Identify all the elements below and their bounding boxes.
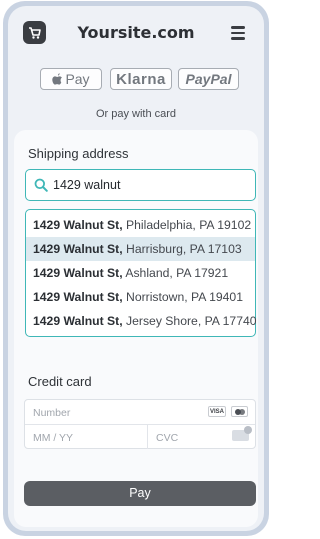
paypal-button[interactable]: PayPal (178, 68, 239, 90)
address-suggestion[interactable]: 1429 Walnut St, Jersey Shore, PA 17740 (26, 309, 257, 333)
top-bar: Yoursite.com (8, 6, 264, 54)
express-wallets: Pay Klarna PayPal (8, 68, 264, 90)
credit-card-fields: Number VISA MM / YY CVC (24, 399, 256, 449)
checkout-screen: Yoursite.com Pay Klarna PayPal Or pay wi… (8, 6, 264, 531)
or-pay-with-card-text: Or pay with card (95, 108, 177, 120)
address-search-input[interactable]: 1429 walnut (25, 169, 256, 201)
credit-card-label: Credit card (28, 374, 92, 389)
card-number-placeholder: Number (33, 407, 71, 419)
search-icon (26, 178, 50, 192)
site-title: Yoursite.com (77, 23, 195, 42)
paypal-label: PayPal (185, 71, 232, 87)
phone-frame: Yoursite.com Pay Klarna PayPal Or pay wi… (3, 1, 269, 536)
cvc-card-icon (232, 426, 252, 441)
klarna-label: Klarna (116, 70, 166, 88)
cvc-field[interactable]: CVC (156, 432, 178, 444)
klarna-button[interactable]: Klarna (110, 68, 172, 90)
address-suggestion[interactable]: 1429 Walnut St, Harrisburg, PA 17103 (26, 237, 255, 261)
address-suggestion[interactable]: 1429 Walnut St, Philadelphia, PA 19102 (26, 213, 255, 237)
visa-icon: VISA (208, 406, 226, 417)
apple-pay-label: Pay (65, 71, 90, 87)
hamburger-menu-icon[interactable] (229, 24, 247, 42)
card-number-field[interactable]: Number VISA (25, 400, 255, 425)
address-suggestions-list: 1429 Walnut St, Philadelphia, PA 19102 1… (25, 209, 257, 337)
apple-pay-button[interactable]: Pay (40, 68, 102, 90)
address-search-value: 1429 walnut (53, 178, 121, 192)
mastercard-icon (231, 406, 248, 417)
expiry-field[interactable]: MM / YY (33, 432, 73, 444)
checkout-form-card: Shipping address 1429 walnut 1429 Walnut… (14, 130, 258, 527)
address-suggestion[interactable]: 1429 Walnut St, Ashland, PA 17921 (26, 261, 255, 285)
shipping-address-label: Shipping address (28, 146, 129, 161)
pay-button[interactable]: Pay (24, 481, 256, 506)
field-divider (147, 425, 148, 449)
apple-icon (52, 72, 63, 85)
address-suggestion[interactable]: 1429 Walnut St, Norristown, PA 19401 (26, 285, 255, 309)
